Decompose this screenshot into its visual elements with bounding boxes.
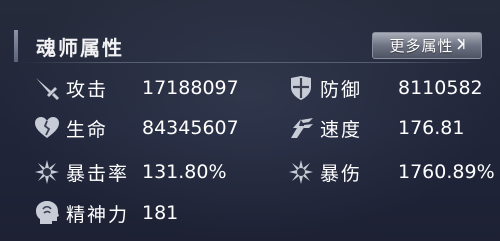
more-attributes-label: 更多属性: [389, 37, 454, 55]
stat-hp-value: 84345607: [142, 117, 239, 139]
header-accent-bar: [14, 30, 18, 62]
stat-crit-rate-value: 131.80%: [142, 161, 227, 183]
stat-speed-value: 176.81: [398, 117, 465, 139]
starburst-icon: [32, 159, 62, 185]
stat-speed-label: 速度: [320, 118, 363, 141]
starburst-icon: [286, 159, 316, 185]
sword-icon: [32, 75, 62, 101]
soul-master-attributes-panel: 魂师属性 更多属性 攻击 17188097 防御 8110582 生命 8434…: [0, 0, 500, 241]
stat-defense-label: 防御: [320, 78, 363, 101]
shield-icon: [286, 75, 316, 101]
stat-crit-damage-label: 暴伤: [320, 162, 363, 185]
more-attributes-button[interactable]: 更多属性: [372, 32, 482, 59]
stat-attack: 攻击 17188097: [32, 74, 239, 102]
head-icon: [32, 200, 62, 226]
stat-spirit-value: 181: [142, 202, 179, 224]
heart-icon: [32, 115, 62, 141]
stat-hp-label: 生命: [66, 118, 109, 141]
stat-crit-rate: 暴击率 131.80%: [32, 158, 227, 186]
stat-spirit-label: 精神力: [66, 203, 130, 226]
stat-speed: 速度 176.81: [286, 114, 464, 142]
chevron-right-icon: [456, 38, 465, 53]
stat-attack-label: 攻击: [66, 78, 109, 101]
stat-crit-damage: 暴伤 1760.89%: [286, 158, 495, 186]
wing-icon: [286, 115, 316, 141]
stat-defense-value: 8110582: [398, 77, 483, 99]
stat-attack-value: 17188097: [142, 77, 239, 99]
stat-hp: 生命 84345607: [32, 114, 239, 142]
stat-defense: 防御 8110582: [286, 74, 483, 102]
panel-title: 魂师属性: [36, 36, 124, 60]
stat-crit-damage-value: 1760.89%: [398, 161, 495, 183]
stat-spirit: 精神力 181: [32, 199, 178, 227]
stat-crit-rate-label: 暴击率: [66, 162, 130, 185]
header-divider: [20, 62, 480, 63]
